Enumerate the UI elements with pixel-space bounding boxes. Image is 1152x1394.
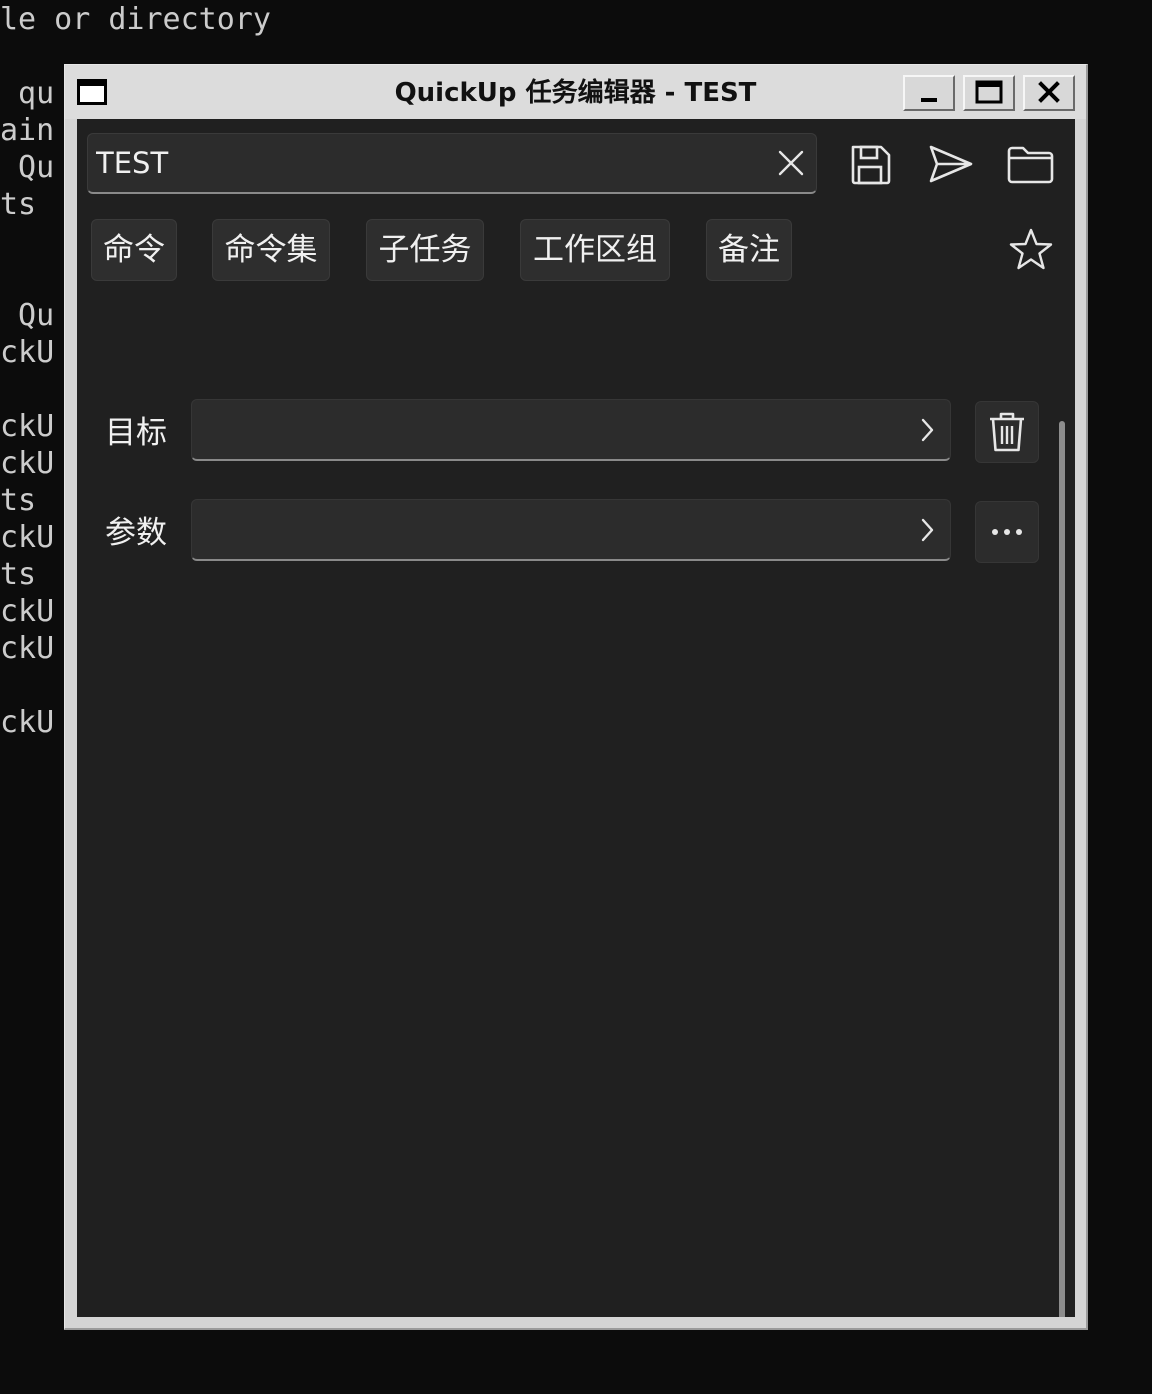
terminal-line: qu xyxy=(0,76,55,111)
more-icon xyxy=(992,529,1022,535)
close-icon xyxy=(778,150,804,176)
editor-client-area: 命令 命令集 子任务 工作区组 备注 目标 参数 xyxy=(77,119,1075,1317)
terminal-line: Qu xyxy=(0,298,55,333)
close-icon xyxy=(1038,81,1060,103)
terminal-line: ts xyxy=(0,187,37,222)
terminal-line: ckU xyxy=(0,594,55,629)
target-label: 目标 xyxy=(105,415,167,451)
terminal-line: ckU xyxy=(0,446,55,481)
terminal-line: ckU xyxy=(0,705,55,740)
terminal-line: ckU xyxy=(0,631,55,666)
vertical-scrollbar[interactable] xyxy=(1059,421,1065,1317)
send-icon xyxy=(929,145,973,183)
delete-button[interactable] xyxy=(975,401,1039,463)
star-icon xyxy=(1009,228,1053,270)
close-button[interactable] xyxy=(1023,75,1075,111)
terminal-line: ckU xyxy=(0,409,55,444)
tab-note[interactable]: 备注 xyxy=(706,219,792,281)
terminal-line: ts xyxy=(0,483,37,518)
task-name-field[interactable] xyxy=(87,133,817,194)
favorite-button[interactable] xyxy=(1005,225,1057,277)
tab-subtask[interactable]: 子任务 xyxy=(366,219,484,281)
minimize-button[interactable] xyxy=(903,75,955,111)
open-folder-button[interactable] xyxy=(1005,139,1055,189)
terminal-line: ckU xyxy=(0,335,55,370)
terminal-line: ckU xyxy=(0,520,55,555)
target-selector[interactable] xyxy=(191,399,951,461)
tab-command[interactable]: 命令 xyxy=(91,219,177,281)
task-editor-window: QuickUp 任务编辑器 - TEST TEST 命令 命令集 子任务 工作区… xyxy=(64,64,1088,1330)
chevron-right-icon xyxy=(921,418,934,442)
terminal-line: ts xyxy=(0,557,37,592)
terminal-line: ain xyxy=(0,113,55,148)
folder-icon xyxy=(1007,146,1054,184)
more-options-button[interactable] xyxy=(975,501,1039,563)
trash-icon xyxy=(990,412,1024,452)
task-name-input[interactable] xyxy=(96,140,756,186)
maximize-icon xyxy=(975,80,1003,104)
minimize-icon xyxy=(921,98,937,102)
save-icon xyxy=(851,145,891,185)
send-button[interactable] xyxy=(925,139,975,189)
maximize-button[interactable] xyxy=(963,75,1015,111)
params-selector[interactable] xyxy=(191,499,951,561)
clear-button[interactable] xyxy=(774,146,808,180)
terminal-line: Qu xyxy=(0,150,55,185)
chevron-right-icon xyxy=(921,518,934,542)
save-button[interactable] xyxy=(845,139,895,189)
terminal-line: le or directory xyxy=(0,2,271,37)
params-label: 参数 xyxy=(105,515,167,551)
title-bar[interactable]: QuickUp 任务编辑器 - TEST xyxy=(65,65,1086,119)
tab-workspace-group[interactable]: 工作区组 xyxy=(520,219,670,281)
tab-command-set[interactable]: 命令集 xyxy=(212,219,330,281)
